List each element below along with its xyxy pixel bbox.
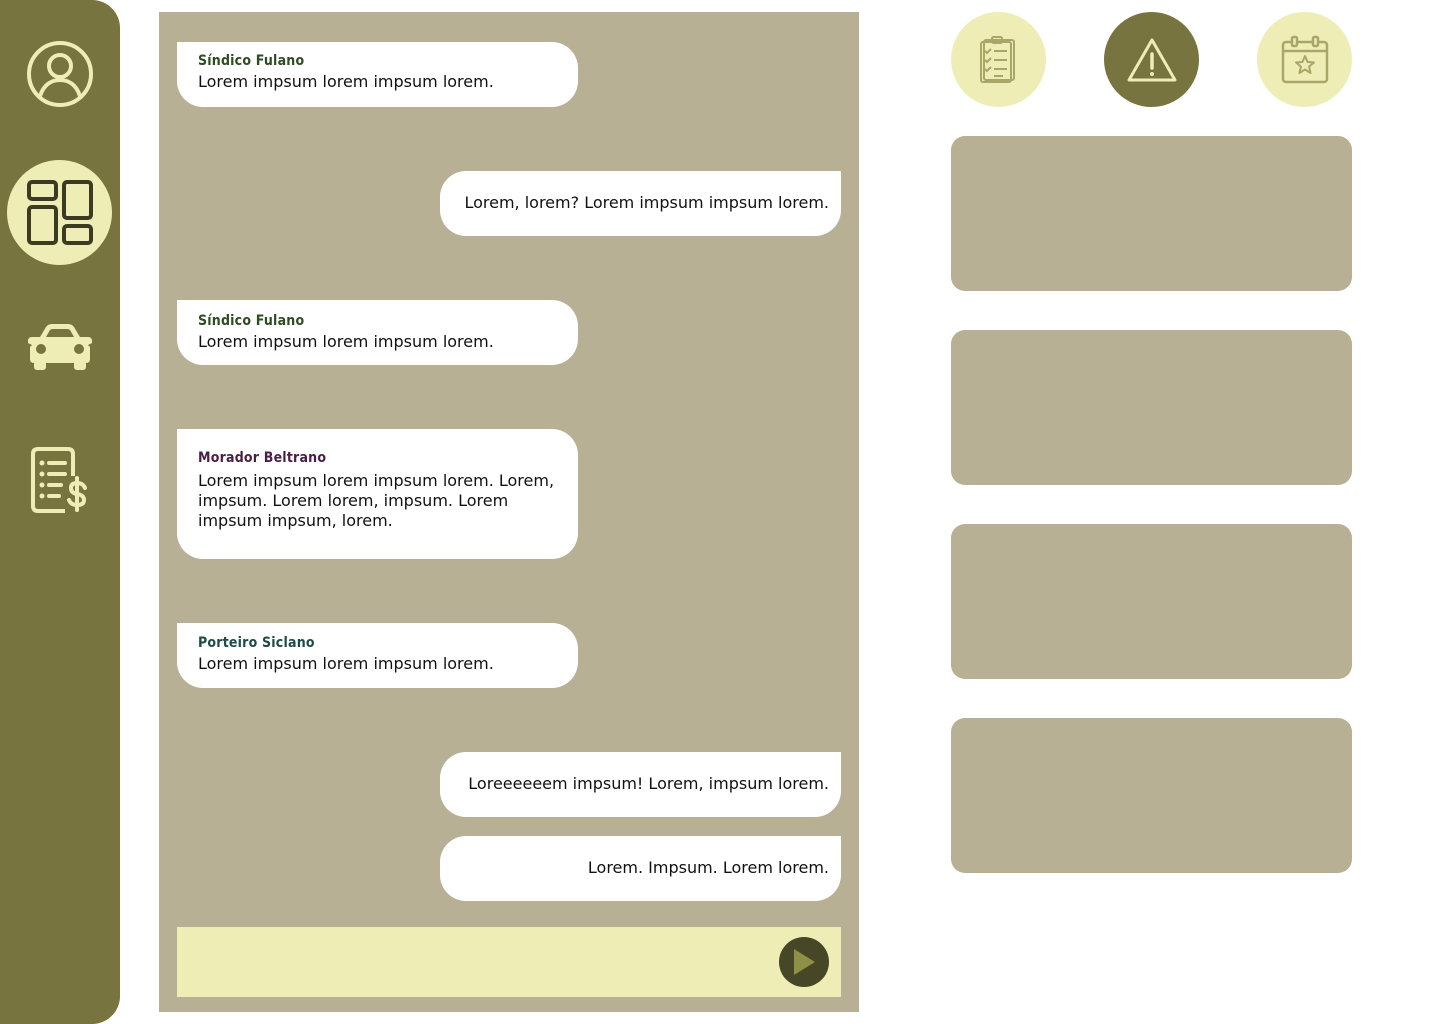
dashboard-icon [26,179,93,245]
message-text: Lorem impsum lorem impsum lorem. Lorem, … [198,471,555,530]
shortcut-checklist[interactable] [951,12,1046,107]
message-sender: Síndico Fulano [198,53,305,69]
message-bubble: Síndico Fulano Lorem impsum lorem impsum… [177,300,578,365]
shortcut-warning[interactable] [1104,12,1199,107]
message-text: Lorem impsum lorem impsum lorem. [198,332,494,351]
message-bubble: Lorem. Impsum. Lorem lorem. [440,836,841,901]
message-text: Lorem impsum lorem impsum lorem. [198,654,494,673]
sidebar-item-bills[interactable] [20,440,100,520]
message-bubble: Loreeeeeem impsum! Lorem, impsum lorem. [440,752,841,817]
message-sender: Morador Beltrano [198,450,327,466]
sidebar [0,0,120,1024]
shortcut-events[interactable] [1257,12,1352,107]
bill-icon [31,447,87,513]
checklist-icon [979,35,1015,83]
message-text: Lorem impsum lorem impsum lorem. [198,72,494,91]
message-composer[interactable] [177,927,841,997]
car-icon [28,324,92,370]
message-bubble: Síndico Fulano Lorem impsum lorem impsum… [177,42,578,107]
sidebar-item-vehicles[interactable] [20,306,100,386]
user-profile-icon [27,41,93,107]
chat-panel: Síndico Fulano Lorem impsum lorem impsum… [159,12,859,1012]
message-sender: Síndico Fulano [198,313,305,329]
message-text: Lorem, lorem? Lorem impsum impsum lorem. [464,193,829,212]
message-input[interactable] [177,927,767,997]
message-bubble: Lorem, lorem? Lorem impsum impsum lorem. [440,171,841,236]
info-card[interactable] [951,330,1352,485]
play-send-icon [794,949,815,975]
calendar-star-icon [1281,35,1328,83]
sidebar-item-profile[interactable] [20,34,100,114]
message-sender: Porteiro Siclano [198,635,315,651]
message-text: Loreeeeeem impsum! Lorem, impsum lorem. [468,774,829,793]
sidebar-item-dashboard[interactable] [7,160,112,265]
info-card[interactable] [951,524,1352,679]
info-card[interactable] [951,136,1352,291]
send-button[interactable] [779,937,829,987]
message-bubble: Morador Beltrano Lorem impsum lorem imps… [177,429,578,559]
warning-icon [1127,38,1176,81]
message-text: Lorem. Impsum. Lorem lorem. [587,858,829,877]
message-bubble: Porteiro Siclano Lorem impsum lorem imps… [177,623,578,688]
info-card[interactable] [951,718,1352,873]
